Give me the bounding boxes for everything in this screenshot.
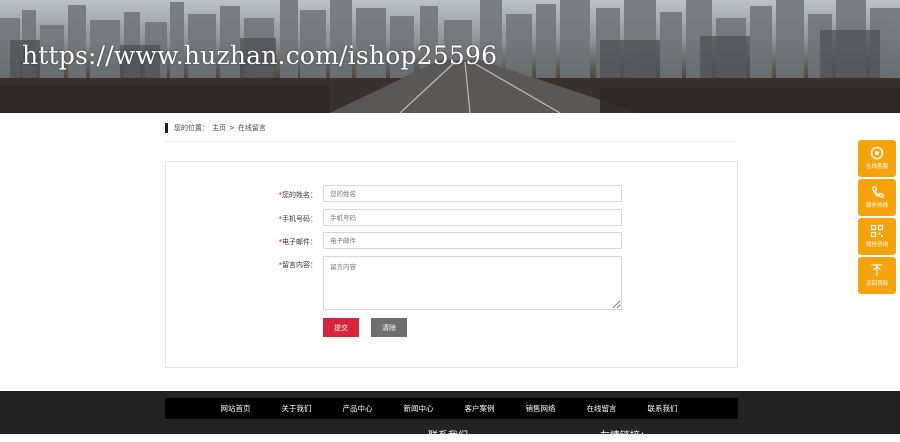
- footer-nav-sales[interactable]: 销售网络: [510, 403, 571, 414]
- sidebar-back-to-top[interactable]: 返回顶部: [858, 257, 896, 294]
- footer-nav-cases[interactable]: 客户案例: [449, 403, 510, 414]
- sidebar-hotline[interactable]: 服务热线: [858, 179, 896, 216]
- footer-links-heading: 友情链接：: [600, 431, 650, 442]
- breadcrumb-home-link[interactable]: 主页: [212, 123, 226, 133]
- footer-nav-products[interactable]: 产品中心: [327, 403, 388, 414]
- sidebar-online-service[interactable]: 在线客服: [858, 140, 896, 177]
- footer-nav-news[interactable]: 新闻中心: [388, 403, 449, 414]
- sidebar-label: 在线客服: [865, 164, 888, 170]
- hero-banner: https://www.huzhan.com/ishop25596: [0, 0, 900, 113]
- phone-input[interactable]: [323, 209, 622, 226]
- footer-nav-home[interactable]: 网站首页: [205, 403, 266, 414]
- submit-button[interactable]: 提交: [323, 318, 359, 337]
- watermark-text: https://www.huzhan.com/ishop25596: [22, 41, 498, 70]
- qrcode-icon: [870, 224, 884, 238]
- name-input[interactable]: [323, 185, 622, 202]
- sidebar-wechat[interactable]: 微信咨询: [858, 218, 896, 255]
- breadcrumb-current: 在线留言: [237, 124, 266, 132]
- back-to-top-icon: [871, 264, 883, 276]
- breadcrumb-separator: >: [229, 124, 235, 132]
- footer-contact-heading: 联系我们: [428, 431, 468, 442]
- sidebar-label: 返回顶部: [865, 281, 888, 287]
- email-label: *电子邮件：: [278, 238, 318, 246]
- email-input[interactable]: [323, 232, 622, 249]
- breadcrumb-marker: [165, 123, 168, 133]
- breadcrumb-prefix: 您的位置：: [174, 124, 209, 132]
- clear-button[interactable]: 清除: [371, 318, 407, 337]
- headset-icon: [870, 146, 884, 160]
- message-form: *您的姓名： *手机号码： *电子邮件： *留言内容： 提交 清除: [165, 161, 738, 368]
- sidebar-label: 微信咨询: [865, 242, 888, 248]
- message-textarea[interactable]: [323, 256, 622, 310]
- sidebar-label: 服务热线: [865, 203, 888, 209]
- footer-nav-about[interactable]: 关于我们: [266, 403, 327, 414]
- breadcrumb: 您的位置： 主页 > 在线留言: [165, 123, 737, 142]
- footer: 网站首页 关于我们 产品中心 新闻中心 客户案例 销售网络 在线留言 联系我们 …: [0, 391, 900, 442]
- footer-nav: 网站首页 关于我们 产品中心 新闻中心 客户案例 销售网络 在线留言 联系我们: [165, 398, 738, 419]
- footer-nav-message[interactable]: 在线留言: [571, 403, 632, 414]
- phone-icon: [872, 186, 884, 198]
- message-label: *留言内容：: [278, 261, 318, 269]
- name-label: *您的姓名：: [278, 191, 318, 199]
- footer-nav-contact[interactable]: 联系我们: [632, 403, 693, 414]
- phone-label: *手机号码：: [278, 215, 318, 223]
